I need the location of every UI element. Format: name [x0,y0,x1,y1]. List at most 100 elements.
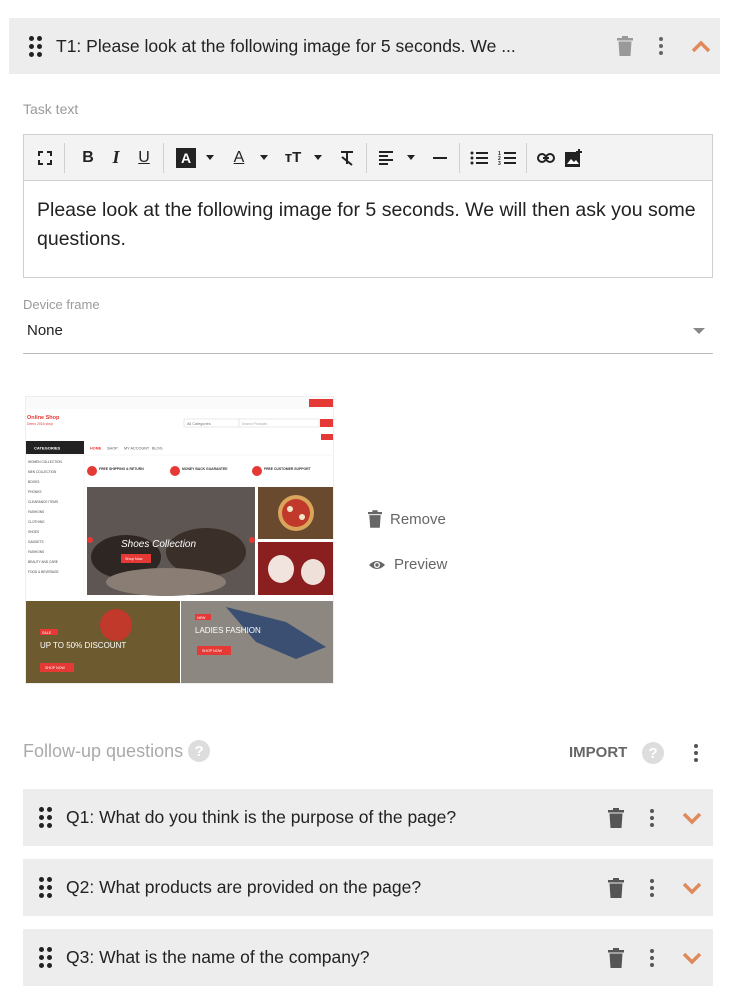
fullscreen-icon[interactable] [34,144,56,172]
question-title: Q2: What products are provided on the pa… [66,877,422,897]
thumb-nav-0: HOME [90,447,102,451]
svg-text:PHONES: PHONES [28,490,41,494]
underline-icon[interactable]: U [133,144,155,172]
thumb-all-categories: All Categories [187,422,211,426]
question-row-2[interactable]: Q2: What products are provided on the pa… [23,859,713,916]
delete-question-button[interactable] [601,877,631,898]
svg-text:3: 3 [498,161,501,166]
task-title: T1: Please look at the following image f… [56,35,516,56]
expand-question-button[interactable] [677,811,707,825]
followup-header: Follow-up questions ? [23,740,211,762]
thumb-feature-icon [170,466,180,476]
font-size-icon[interactable]: тT [282,144,304,172]
bold-icon[interactable]: B [77,144,99,172]
chevron-down-icon[interactable] [314,155,322,160]
thumb-feature-icon [87,466,97,476]
device-frame-label: Device frame [23,297,100,312]
svg-text:GADGETS: GADGETS [28,540,44,544]
drag-handle-icon[interactable] [39,807,52,828]
rich-text-editor[interactable]: B I U A A тT 123 Please look at the foll… [23,134,713,278]
question-row-1[interactable]: Q1: What do you think is the purpose of … [23,789,713,846]
chevron-down-icon[interactable] [206,155,214,160]
device-frame-select[interactable]: None [23,316,713,354]
trash-icon [617,36,633,56]
expand-question-button[interactable] [677,951,707,965]
more-vert-icon [650,948,654,967]
svg-text:CLEARANCE ITEMS: CLEARANCE ITEMS [28,500,58,504]
drag-handle-icon[interactable] [29,35,42,57]
task-header[interactable]: T1: Please look at the following image f… [9,18,720,74]
delete-question-button[interactable] [601,807,631,828]
thumb-promo-1-text: UP TO 50% DISCOUNT [40,641,126,650]
question-more-button[interactable] [637,808,667,827]
toolbar-divider [366,142,367,173]
thumb-promo-1-btn: SHOP NOW [45,666,66,670]
chevron-up-icon [691,40,711,53]
align-left-icon[interactable] [375,144,397,172]
remove-image-button[interactable]: Remove [368,510,446,528]
svg-text:FASHIONS: FASHIONS [28,510,44,514]
chevron-down-icon [682,952,702,964]
thumb-feature-3: FREE CUSTOMER SUPPORT [264,467,312,471]
svg-text:MEN COLLECTION: MEN COLLECTION [28,470,57,474]
chevron-down-icon[interactable] [407,155,415,160]
task-more-button[interactable] [646,37,676,55]
toolbar-divider [163,142,164,173]
help-icon[interactable]: ? [642,742,664,764]
italic-icon[interactable]: I [105,144,127,172]
thumb-top-button [309,399,333,407]
question-more-button[interactable] [637,948,667,967]
svg-text:CLOTHING: CLOTHING [28,520,45,524]
collapse-task-button[interactable] [686,39,716,53]
trash-icon [608,807,624,828]
thumb-promo-2-btn: SHOP NOW [202,649,223,653]
thumb-offer-badge [321,434,333,440]
editor-toolbar: B I U A A тT 123 [24,135,712,181]
background-color-icon[interactable]: A [176,147,196,168]
more-vert-icon [694,744,698,762]
followup-more-button[interactable] [688,742,704,764]
font-color-icon[interactable]: A [228,144,250,172]
thumb-nav-1: SHOP [107,447,118,451]
toolbar-divider [459,142,460,173]
dropdown-arrow-icon [693,328,705,334]
question-row-3[interactable]: Q3: What is the name of the company? [23,929,713,986]
expand-question-button[interactable] [677,881,707,895]
thumb-banner-btn-label: Shop Now [125,557,143,561]
thumb-promo-1-tag: SALE [42,631,52,635]
delete-question-button[interactable] [601,947,631,968]
drag-handle-icon[interactable] [39,947,52,968]
insert-image-icon[interactable] [563,144,585,172]
editor-content[interactable]: Please look at the following image for 5… [24,181,712,269]
toolbar-divider [64,142,65,173]
import-button[interactable]: IMPORT [569,744,627,761]
link-icon[interactable] [535,144,557,172]
drag-handle-icon[interactable] [39,877,52,898]
help-icon[interactable]: ? [188,740,211,762]
followup-label: Follow-up questions [23,740,184,761]
svg-text:FASHIONS: FASHIONS [28,550,44,554]
bullet-list-icon[interactable] [468,144,490,172]
question-title: Q3: What is the name of the company? [66,947,370,967]
numbered-list-icon[interactable]: 123 [496,144,518,172]
trash-icon [608,877,624,898]
thumb-shop-name: Online Shop [27,415,60,421]
remove-label: Remove [390,510,446,528]
chevron-down-icon [682,812,702,824]
svg-text:BEAUTY AND CARE: BEAUTY AND CARE [28,560,58,564]
horizontal-rule-icon[interactable] [429,144,451,172]
thumb-nav-3: BLOG [152,447,163,451]
delete-task-button[interactable] [610,36,640,56]
more-vert-icon [659,37,663,55]
chevron-down-icon [682,882,702,894]
svg-text:FOOD & BEVERAGE: FOOD & BEVERAGE [28,570,59,574]
chevron-down-icon[interactable] [260,155,268,160]
svg-text:BOOKS: BOOKS [28,480,39,484]
thumb-promo-2-tag: NEW [197,616,206,620]
trash-icon [368,510,382,528]
thumb-shop-tagline: Demo 2016 shop [27,422,53,426]
clear-format-icon[interactable] [336,144,358,172]
question-more-button[interactable] [637,878,667,897]
preview-image-button[interactable]: Preview [368,556,447,573]
device-frame-value: None [27,322,63,339]
